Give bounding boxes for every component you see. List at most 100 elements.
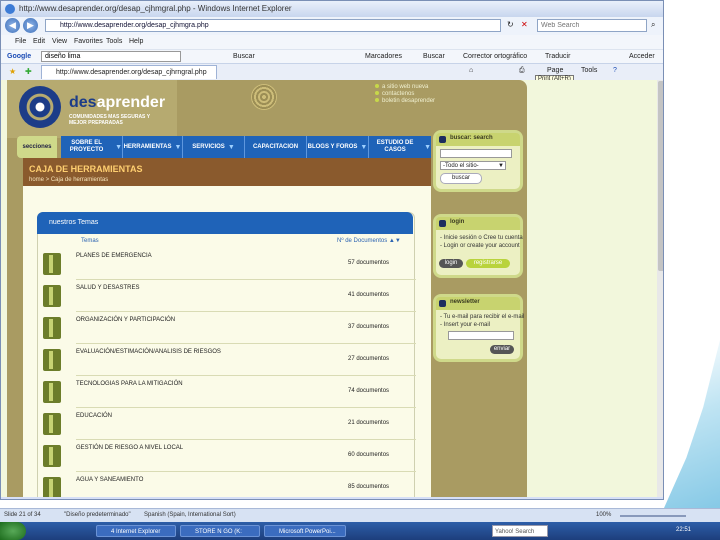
topic-title[interactable]: EDUCACIÓN bbox=[76, 413, 112, 419]
menu-tools[interactable]: Tools bbox=[106, 38, 122, 45]
google-search-input[interactable] bbox=[41, 51, 181, 62]
address-field[interactable] bbox=[45, 19, 501, 32]
help-icon[interactable]: ? bbox=[613, 67, 617, 74]
topic-title[interactable]: EVALUACIÓN/ESTIMACIÓN/ANALISIS DE RIESGO… bbox=[76, 349, 221, 355]
register-button[interactable]: registrarse bbox=[466, 259, 510, 268]
sort-arrows-icon[interactable]: ▲▼ bbox=[389, 238, 401, 244]
refresh-icon[interactable]: ↻ bbox=[507, 20, 514, 29]
topic-row[interactable]: PLANES DE EMERGENCIA 57 documentos bbox=[41, 250, 416, 280]
taskbar-button[interactable]: STORE N GO (K: bbox=[180, 525, 260, 537]
login-text[interactable]: - Login or create your account bbox=[440, 242, 520, 250]
menu-bar: File Edit View Favorites Tools Help bbox=[1, 35, 663, 49]
web-search-input[interactable] bbox=[537, 19, 647, 32]
zoom-slider[interactable] bbox=[620, 515, 686, 517]
search-panel: buscar: search -Todo el sitio- ▼ buscar bbox=[433, 130, 523, 192]
menu-view[interactable]: View bbox=[52, 38, 67, 45]
newsletter-text: - Insert your e-mail bbox=[440, 322, 491, 328]
nav-blogs-y-foros[interactable]: BLOGS Y FOROS ▼ bbox=[307, 136, 369, 158]
taskbar-button[interactable]: Microsoft PowerPoi... bbox=[264, 525, 346, 537]
nav-estudio-de-casos[interactable]: ESTUDIO DE CASOS ▼ bbox=[369, 136, 431, 158]
login-text[interactable]: - Inicie sesión o Cree tu cuenta bbox=[440, 234, 523, 242]
site-tagline: COMUNIDADES MAS SEGURAS Y MEJOR PREPARAD… bbox=[69, 114, 150, 126]
search-icon[interactable]: ⌕ bbox=[651, 20, 655, 30]
newsletter-submit-button[interactable]: enviar bbox=[490, 345, 514, 354]
theme-name: "Diseño predeterminado" bbox=[64, 512, 131, 518]
site-logo[interactable]: desaprender bbox=[69, 94, 165, 112]
breadcrumb[interactable]: home > Caja de herramientas bbox=[29, 177, 108, 183]
start-button[interactable] bbox=[0, 522, 26, 540]
topic-row[interactable]: TECNOLOGIAS PARA LA MITIGACIÓN 74 docume… bbox=[41, 378, 416, 408]
add-favorite-icon[interactable]: ✚ bbox=[25, 67, 32, 76]
header-links: a sitio web nueva contactenos boletin de… bbox=[375, 84, 435, 105]
topic-title[interactable]: TECNOLOGIAS PARA LA MITIGACIÓN bbox=[76, 381, 183, 387]
menu-favorites[interactable]: Favorites bbox=[74, 38, 103, 45]
menu-edit[interactable]: Edit bbox=[33, 38, 45, 45]
translate-button[interactable]: Traducir bbox=[545, 53, 570, 60]
topic-title[interactable]: ORGANIZACIÓN Y PARTICIPACIÓN bbox=[76, 317, 175, 323]
topic-count: 41 documentos bbox=[348, 292, 390, 298]
person-icon bbox=[439, 220, 446, 227]
slide-decoration-swirl bbox=[664, 340, 720, 508]
chevron-down-icon: ▼ bbox=[498, 163, 504, 169]
topic-row[interactable]: SALUD Y DESASTRES 41 documentos bbox=[41, 282, 416, 312]
address-row: ◀ ▶ ↻ ✕ ⌕ bbox=[1, 17, 663, 35]
book-icon bbox=[43, 349, 61, 371]
search-submit-button[interactable]: buscar bbox=[440, 173, 482, 184]
back-button[interactable]: ◀ bbox=[5, 18, 20, 33]
taskbar-button[interactable]: 4 Internet Explorer bbox=[96, 525, 176, 537]
header-link[interactable]: a sitio web nueva bbox=[375, 84, 435, 90]
topic-count: 60 documentos bbox=[348, 452, 390, 458]
topic-title[interactable]: GESTIÓN DE RIESGO A NIVEL LOCAL bbox=[76, 445, 183, 451]
scrollbar-thumb[interactable] bbox=[658, 81, 663, 271]
login-button[interactable]: login bbox=[439, 259, 463, 268]
topic-title[interactable]: AGUA Y SANEAMIENTO bbox=[76, 477, 143, 483]
menu-help[interactable]: Help bbox=[129, 38, 143, 45]
person-icon bbox=[439, 136, 446, 143]
home-icon[interactable]: ⌂ bbox=[469, 67, 473, 74]
topic-row[interactable]: GESTIÓN DE RIESGO A NIVEL LOCAL 60 docum… bbox=[41, 442, 416, 472]
newsletter-panel: newsletter - Tu e-mail para recibir el e… bbox=[433, 294, 524, 362]
topic-count: 27 documentos bbox=[348, 356, 390, 362]
nav-servicios[interactable]: SERVICIOS ▼ bbox=[183, 136, 245, 158]
status-bar: Slide 21 of 34 "Diseño predeterminado" S… bbox=[0, 508, 720, 523]
row-divider bbox=[76, 343, 416, 344]
nav-sobre-el-proyecto[interactable]: SOBRE EL PROYECTO ▼ bbox=[61, 136, 123, 158]
topic-row[interactable]: AGUA Y SANEAMIENTO 85 documentos bbox=[41, 474, 409, 497]
topic-row[interactable]: EDUCACIÓN 21 documentos bbox=[41, 410, 416, 440]
favorites-star-icon[interactable]: ★ bbox=[9, 67, 16, 76]
scope-select[interactable]: -Todo el sitio- ▼ bbox=[440, 161, 506, 170]
nav-capacitacion[interactable]: CAPACITACION bbox=[245, 136, 307, 158]
newsletter-email-input[interactable] bbox=[448, 331, 514, 340]
page-title: CAJA DE HERRAMIENTAS bbox=[29, 164, 143, 174]
book-icon bbox=[43, 477, 61, 497]
stop-icon[interactable]: ✕ bbox=[521, 20, 528, 29]
window-title: http://www.desaprender.org/desap_cjhmgra… bbox=[19, 4, 292, 13]
topic-row[interactable]: EVALUACIÓN/ESTIMACIÓN/ANALISIS DE RIESGO… bbox=[41, 346, 416, 376]
panel-title: buscar: search bbox=[450, 135, 493, 141]
bookmarks-button[interactable]: Marcadores bbox=[365, 53, 402, 60]
column-documentos[interactable]: Nº de Documentos ▲▼ bbox=[337, 238, 401, 244]
menu-file[interactable]: File bbox=[15, 38, 26, 45]
header-link[interactable]: contactenos bbox=[375, 91, 435, 97]
tools-menu[interactable]: Tools bbox=[581, 67, 597, 74]
sun-logo-icon bbox=[19, 86, 61, 128]
taskbar: 4 Internet Explorer STORE N GO (K: Micro… bbox=[0, 522, 720, 540]
print-icon[interactable]: ⎙ bbox=[519, 67, 525, 75]
signin-button[interactable]: Acceder bbox=[629, 53, 655, 60]
nav-label: SERVICIOS bbox=[192, 143, 225, 150]
zoom-level[interactable]: 100% bbox=[596, 512, 611, 518]
google-search-button[interactable]: Buscar bbox=[233, 53, 255, 60]
topic-title[interactable]: SALUD Y DESASTRES bbox=[76, 285, 139, 291]
page-menu[interactable]: Page bbox=[547, 67, 563, 74]
taskbar-search[interactable]: Yahoo! Search bbox=[492, 525, 548, 537]
topic-count: 37 documentos bbox=[348, 324, 390, 330]
topic-title[interactable]: PLANES DE EMERGENCIA bbox=[76, 253, 152, 259]
spellcheck-button[interactable]: Corrector ortográfico bbox=[463, 53, 527, 60]
forward-button[interactable]: ▶ bbox=[23, 18, 38, 33]
topic-row[interactable]: ORGANIZACIÓN Y PARTICIPACIÓN 37 document… bbox=[41, 314, 416, 344]
header-link[interactable]: boletin desaprender bbox=[375, 98, 435, 104]
search-button[interactable]: Buscar bbox=[423, 53, 445, 60]
nav-herramientas[interactable]: HERRAMIENTAS ▼ bbox=[123, 136, 183, 158]
browser-tab[interactable]: http://www.desaprender.org/desap_cjhrngr… bbox=[41, 65, 217, 79]
site-search-input[interactable] bbox=[440, 149, 512, 158]
